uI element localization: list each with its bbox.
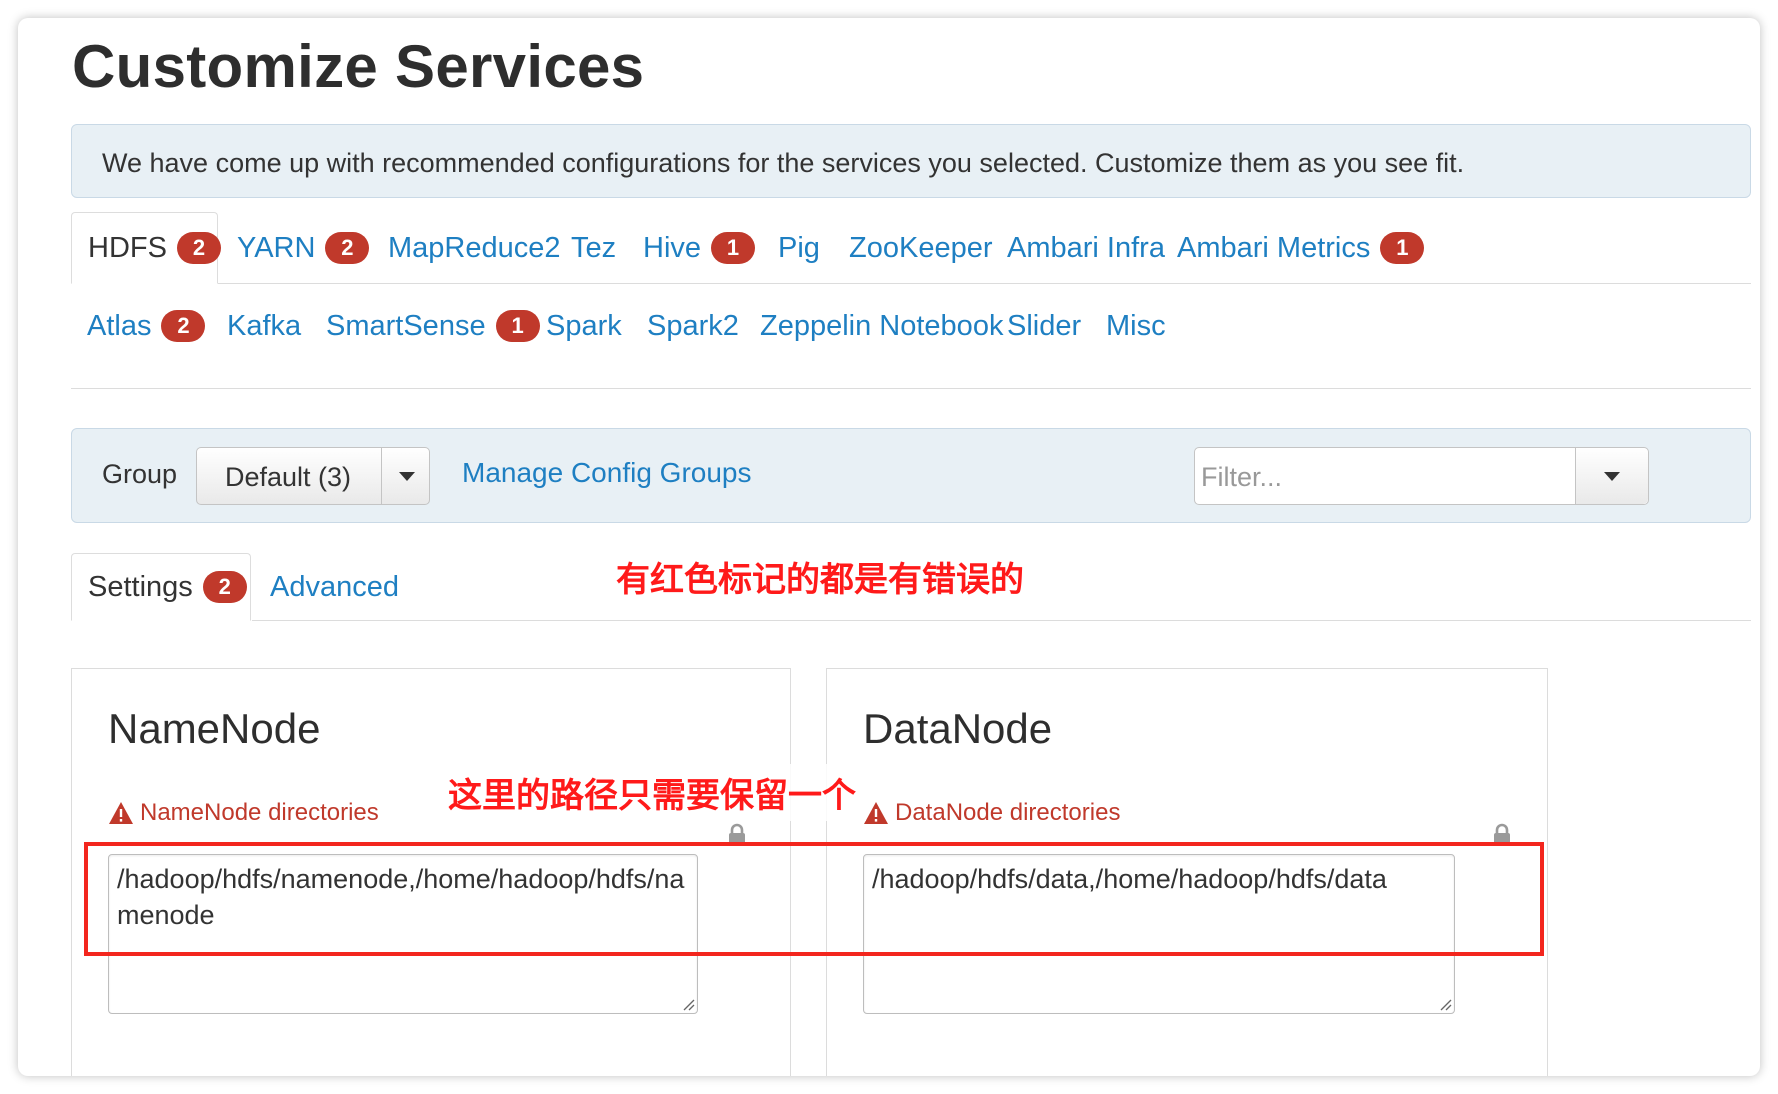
tab-label: Atlas	[87, 309, 152, 342]
group-select-value: Default (3)	[225, 462, 352, 492]
tab-label: Pig	[778, 231, 820, 264]
datanode-dirs-label-text: DataNode directories	[895, 799, 1121, 826]
info-alert: We have come up with recommended configu…	[71, 124, 1751, 198]
namenode-title: NameNode	[108, 705, 321, 752]
tab-slider[interactable]: Slider	[1007, 290, 1081, 362]
tab-label: Misc	[1106, 309, 1166, 342]
settings-tabs-divider	[252, 620, 1751, 621]
page-title: Customize Services	[72, 33, 645, 100]
caret-down-icon[interactable]	[399, 472, 415, 481]
namenode-dirs-label: NameNode directories	[108, 799, 379, 827]
tab-kafka[interactable]: Kafka	[227, 290, 301, 362]
filter-dropdown-button[interactable]	[1575, 448, 1648, 504]
tab-misc[interactable]: Misc	[1106, 290, 1166, 362]
tab-pig[interactable]: Pig	[778, 212, 820, 284]
tab-spark2[interactable]: Spark2	[647, 290, 739, 362]
tab-label: SmartSense	[326, 309, 486, 342]
error-count-badge: 2	[325, 232, 370, 264]
group-label: Group	[102, 459, 178, 489]
tab-label: Slider	[1007, 309, 1082, 342]
error-count-badge: 1	[711, 232, 756, 264]
tab-label: Ambari Metrics	[1177, 231, 1371, 264]
tab-label: ZooKeeper	[849, 231, 993, 264]
tab-ambari-infra[interactable]: Ambari Infra	[1007, 212, 1165, 284]
info-message: We have come up with recommended configu…	[102, 148, 1465, 178]
tab-smartsense[interactable]: SmartSense 1	[326, 290, 540, 362]
manage-config-groups-link[interactable]: Manage Config Groups	[462, 457, 752, 489]
tab-hdfs[interactable]: HDFS 2	[71, 212, 221, 284]
tab-advanced[interactable]: Advanced	[270, 553, 399, 621]
tab-label: Tez	[571, 231, 617, 264]
tab-tez[interactable]: Tez	[571, 212, 616, 284]
tab-ambari-metrics[interactable]: Ambari Metrics 1	[1177, 212, 1425, 284]
caret-down-icon	[1604, 472, 1620, 481]
select-divider	[381, 448, 382, 504]
tab-label: Kafka	[227, 309, 302, 342]
filter-input[interactable]	[1199, 452, 1573, 502]
customize-services-page: Customize Services We have come up with …	[18, 18, 1760, 1076]
tab-label: YARN	[237, 231, 316, 264]
tabs-divider	[218, 283, 1751, 284]
tab-label: HDFS	[88, 231, 167, 264]
tab-spark[interactable]: Spark	[546, 290, 622, 362]
tab-label: Settings	[88, 570, 193, 603]
datanode-dirs-label: DataNode directories	[863, 799, 1120, 827]
tab-zeppelin-notebook[interactable]: Zeppelin Notebook	[760, 290, 1003, 362]
tab-label: Advanced	[270, 570, 399, 603]
tab-atlas[interactable]: Atlas 2	[87, 290, 206, 362]
warning-icon	[109, 802, 133, 824]
tab-hive[interactable]: Hive 1	[643, 212, 756, 284]
error-count-badge: 2	[202, 571, 247, 603]
annotation-highlight-box	[84, 842, 1544, 956]
tab-label: Spark2	[647, 309, 739, 342]
tab-label: Hive	[643, 231, 702, 264]
resize-grip-icon[interactable]	[1438, 997, 1452, 1011]
config-group-bar: Group Default (3) Manage Config Groups	[71, 428, 1751, 523]
tab-label: MapReduce2	[388, 231, 561, 264]
group-select[interactable]: Default (3)	[196, 447, 430, 505]
datanode-title: DataNode	[863, 705, 1053, 752]
error-count-badge: 2	[176, 232, 221, 264]
namenode-dirs-label-text: NameNode directories	[140, 799, 379, 826]
service-tabs-bottom-divider	[71, 388, 1751, 389]
filter-box	[1194, 447, 1649, 505]
tab-settings[interactable]: Settings 2	[71, 553, 251, 621]
tab-label: Zeppelin Notebook	[760, 309, 1004, 342]
tab-zookeeper[interactable]: ZooKeeper	[849, 212, 993, 284]
tab-label: Ambari Infra	[1007, 231, 1165, 264]
error-count-badge: 1	[1380, 232, 1425, 264]
annotation-error-note: 有红色标记的都是有错误的	[606, 548, 1034, 605]
tab-mapreduce2[interactable]: MapReduce2	[388, 212, 561, 284]
tab-label: Spark	[546, 309, 622, 342]
tab-yarn[interactable]: YARN 2	[237, 212, 370, 284]
error-count-badge: 1	[495, 310, 540, 342]
annotation-path-note: 这里的路径只需要保留一个	[438, 764, 866, 821]
warning-icon	[864, 802, 888, 824]
error-count-badge: 2	[161, 310, 206, 342]
resize-grip-icon[interactable]	[681, 997, 695, 1011]
